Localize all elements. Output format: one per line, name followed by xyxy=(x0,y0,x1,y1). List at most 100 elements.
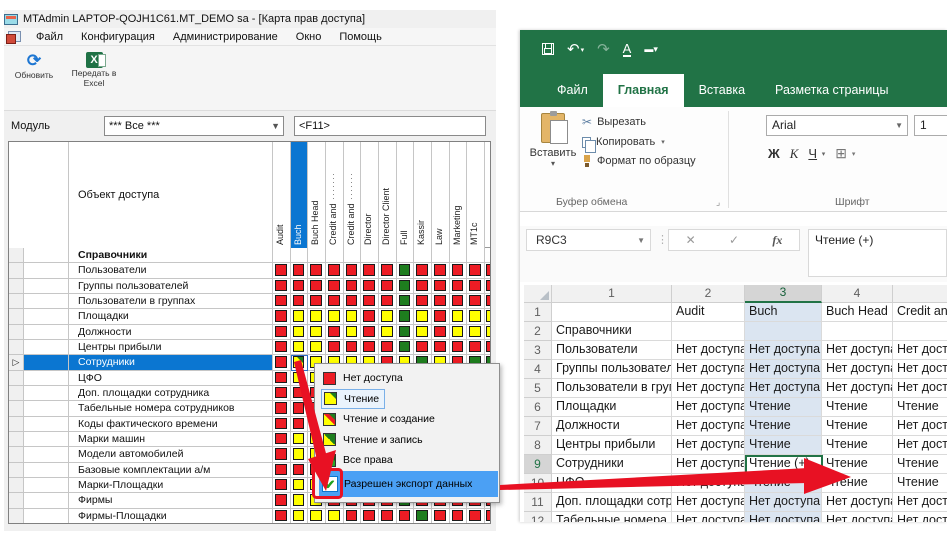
access-cell[interactable] xyxy=(308,294,326,309)
access-cell[interactable] xyxy=(291,447,309,462)
access-cell[interactable] xyxy=(379,294,397,309)
sheet-cell[interactable] xyxy=(822,322,893,341)
menu-item-конфигурация[interactable]: Конфигурация xyxy=(72,29,164,45)
hotkey-filter-field[interactable]: <F11> xyxy=(294,116,486,136)
sheet-cell[interactable]: Нет доступа xyxy=(672,474,745,493)
refresh-button[interactable]: ⟳ Обновить xyxy=(6,50,62,104)
sheet-cell[interactable]: Нет доступа xyxy=(672,493,745,512)
access-cell[interactable] xyxy=(467,340,485,355)
access-cell[interactable] xyxy=(344,294,362,309)
export-checkbox[interactable]: ✔ xyxy=(322,476,338,492)
legend-item-all[interactable]: Все права xyxy=(321,450,398,471)
column-header-1[interactable]: 1 xyxy=(552,285,672,303)
sheet-cell[interactable]: Нет доступа xyxy=(672,341,745,360)
access-cell[interactable] xyxy=(467,248,485,263)
column-header-marketing[interactable]: Marketing xyxy=(450,142,468,248)
row-marker[interactable] xyxy=(9,493,24,508)
access-cell[interactable] xyxy=(291,263,309,278)
name-box[interactable]: R9C3 ▼ xyxy=(526,229,651,251)
access-cell[interactable] xyxy=(361,279,379,294)
access-cell[interactable] xyxy=(414,340,432,355)
legend-item-none[interactable]: Нет доступа xyxy=(321,368,408,389)
column-header-full[interactable]: Full xyxy=(397,142,415,248)
access-cell[interactable] xyxy=(273,417,291,432)
access-cell[interactable] xyxy=(291,417,309,432)
access-cell[interactable] xyxy=(379,340,397,355)
sheet-cell[interactable]: Нет доступа xyxy=(893,512,947,522)
sheet-cell[interactable]: Нет доступа xyxy=(672,417,745,436)
select-all-corner[interactable] xyxy=(524,285,552,303)
save-icon[interactable] xyxy=(542,43,554,55)
access-object-label[interactable]: Площадки xyxy=(69,309,273,324)
row-header-11[interactable]: 11 xyxy=(524,493,552,512)
access-object-label[interactable]: Базовые комплектации а/м xyxy=(69,463,273,478)
access-cell[interactable] xyxy=(414,325,432,340)
legend-item-read-write[interactable]: Чтение и запись xyxy=(321,430,428,451)
sheet-cell[interactable]: Справочники xyxy=(552,322,672,341)
sheet-cell[interactable]: Buch Head xyxy=(822,303,893,322)
font-name-select[interactable]: Arial ▼ xyxy=(766,115,908,136)
sheet-cell[interactable] xyxy=(672,322,745,341)
access-object-label[interactable]: Центры прибыли xyxy=(69,340,273,355)
access-object-label[interactable]: Марки машин xyxy=(69,432,273,447)
access-cell[interactable] xyxy=(291,371,309,386)
access-cell[interactable] xyxy=(379,309,397,324)
sheet-cell[interactable]: Нет доступа xyxy=(822,360,893,379)
column-header-director-client[interactable]: Director Client xyxy=(379,142,397,248)
sheet-cell[interactable]: Пользователи в группах xyxy=(552,379,672,398)
access-object-label[interactable]: ЦФО xyxy=(69,371,273,386)
access-cell[interactable] xyxy=(450,509,468,524)
row-header-12[interactable]: 12 xyxy=(524,512,552,522)
row-marker[interactable] xyxy=(9,478,24,493)
access-cell[interactable] xyxy=(467,294,485,309)
access-cell[interactable] xyxy=(432,294,450,309)
italic-button[interactable]: К xyxy=(790,146,799,162)
sheet-cell[interactable]: Нет доступа xyxy=(672,360,745,379)
access-cell[interactable] xyxy=(361,248,379,263)
sheet-cell[interactable]: Нет доступа xyxy=(822,493,893,512)
access-cell[interactable] xyxy=(291,432,309,447)
access-cell[interactable] xyxy=(361,509,379,524)
row-header-7[interactable]: 7 xyxy=(524,417,552,436)
legend-item-read[interactable]: Чтение xyxy=(321,389,385,410)
access-cell[interactable] xyxy=(432,509,450,524)
access-cell[interactable] xyxy=(273,340,291,355)
sheet-cell[interactable]: Чтение xyxy=(745,474,822,493)
row-marker[interactable] xyxy=(9,340,24,355)
access-cell[interactable] xyxy=(344,340,362,355)
sheet-cell[interactable]: Пользователи xyxy=(552,341,672,360)
sheet-cell[interactable]: Чтение xyxy=(822,436,893,455)
sheet-cell[interactable]: Нет доступа xyxy=(745,493,822,512)
sheet-cell[interactable] xyxy=(552,303,672,322)
sheet-cell[interactable]: Должности xyxy=(552,417,672,436)
sheet-cell[interactable]: Нет доступа xyxy=(672,512,745,522)
access-cell[interactable] xyxy=(273,401,291,416)
access-cell[interactable] xyxy=(344,263,362,278)
row-header-5[interactable]: 5 xyxy=(524,379,552,398)
access-cell[interactable] xyxy=(308,325,326,340)
access-cell[interactable] xyxy=(467,279,485,294)
access-cell[interactable] xyxy=(273,371,291,386)
access-cell[interactable] xyxy=(273,478,291,493)
sheet-cell[interactable]: Чтение xyxy=(822,417,893,436)
access-cell[interactable] xyxy=(397,263,415,278)
sheet-cell[interactable]: Чтение xyxy=(893,455,947,474)
access-cell[interactable] xyxy=(291,478,309,493)
sheet-cell[interactable]: Нет доступа xyxy=(745,379,822,398)
access-cell[interactable] xyxy=(291,401,309,416)
access-cell[interactable] xyxy=(361,340,379,355)
access-cell[interactable] xyxy=(326,263,344,278)
sheet-cell[interactable]: Нет доступа xyxy=(893,436,947,455)
legend-item-read-create[interactable]: Чтение и создание xyxy=(321,409,440,430)
sheet-cell[interactable]: Нет доступа xyxy=(672,455,745,474)
sheet-cell[interactable]: Группы пользователей xyxy=(552,360,672,379)
access-cell[interactable] xyxy=(308,340,326,355)
access-cell[interactable] xyxy=(397,248,415,263)
access-cell[interactable] xyxy=(291,493,309,508)
row-marker[interactable] xyxy=(9,263,24,278)
access-object-label[interactable]: Модели автомобилей xyxy=(69,447,273,462)
sheet-cell[interactable]: Нет доступа xyxy=(893,417,947,436)
column-header-kassir[interactable]: Kassir xyxy=(414,142,432,248)
access-cell[interactable] xyxy=(273,263,291,278)
access-cell[interactable] xyxy=(414,509,432,524)
